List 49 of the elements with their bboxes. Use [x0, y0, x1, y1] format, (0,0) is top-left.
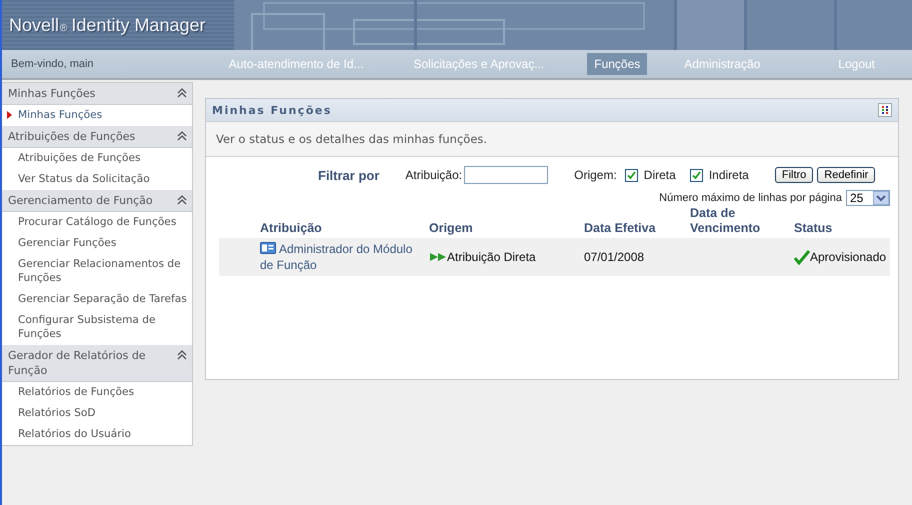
checkbox[interactable]	[624, 168, 638, 182]
check-icon	[794, 250, 810, 264]
section-title: Gerador de Relatórios de Função	[7, 348, 147, 379]
table-cell: Aprovisionado	[810, 249, 886, 265]
grid-icon[interactable]	[878, 103, 892, 117]
collapse-icon[interactable]	[177, 195, 187, 205]
section-title: Minhas Funções	[7, 86, 96, 102]
sidebar-item[interactable]: Minhas Funções	[2, 105, 192, 126]
checkbox-label: Direta	[644, 168, 676, 182]
reset-button[interactable]: Redefinir	[817, 167, 876, 183]
selected-arrow-icon	[7, 111, 12, 119]
welcome-text: Bem-vindo, main	[10, 58, 95, 70]
collapse-icon[interactable]	[177, 350, 187, 360]
rows-per-page-label: Número máximo de linhas por página	[659, 192, 842, 204]
column-header: Status	[794, 221, 834, 237]
column-header: Origem	[429, 221, 474, 237]
double-arrow-icon	[429, 252, 447, 262]
collapse-icon[interactable]	[177, 131, 187, 141]
sidebar-item[interactable]: Relatórios SoD	[2, 403, 192, 424]
sidebar-item[interactable]: Configurar Subsistema de Funções	[2, 310, 192, 345]
sidebar-item[interactable]: Atribuições de Funções	[2, 148, 192, 169]
sidebar-item[interactable]: Gerenciar Separação de Tarefas	[2, 289, 192, 310]
table-cell: 07/01/2008	[584, 249, 644, 265]
sidebar-item[interactable]: Relatórios do Usuário	[2, 424, 192, 445]
filter-label: Filtrar por	[318, 168, 380, 182]
section-title: Atribuições de Funções	[7, 129, 136, 145]
checkbox-label: Indireta	[708, 168, 749, 182]
assignment-input[interactable]	[464, 166, 548, 184]
filter-button[interactable]: Filtro	[774, 167, 814, 183]
column-header: Data de Vencimento	[690, 206, 762, 237]
sidebar-item[interactable]: Ver Status da Solicitação	[2, 169, 192, 190]
panel-description: Ver o status e os detalhes das minhas funções.	[216, 132, 488, 146]
column-header: Data Efetiva	[584, 221, 657, 237]
rows-per-page-select[interactable]: 25	[846, 190, 890, 206]
role-card-icon	[260, 242, 276, 254]
sidebar-item[interactable]: Relatórios de Funções	[2, 382, 192, 403]
role-link[interactable]: Administrador do Módulo de Função	[260, 241, 429, 273]
field-label: Atribuição:	[405, 168, 462, 182]
section-title: Gerenciamento de Função	[7, 193, 154, 209]
sidebar-item[interactable]: Gerenciar Relacionamentos de Funções	[2, 254, 192, 289]
sidebar-item[interactable]: Procurar Catálogo de Funções	[2, 212, 192, 233]
column-header: Atribuição	[259, 221, 323, 237]
panel-title: Minhas Funções	[212, 104, 332, 116]
field-label: Origem:	[574, 168, 617, 182]
sidebar-item[interactable]: Gerenciar Funções	[2, 233, 192, 254]
table-cell: Atribuição Direta	[447, 249, 536, 265]
app-title: Novell® Identity Manager	[9, 14, 206, 36]
collapse-icon[interactable]	[177, 88, 187, 98]
checkbox[interactable]	[690, 168, 703, 182]
